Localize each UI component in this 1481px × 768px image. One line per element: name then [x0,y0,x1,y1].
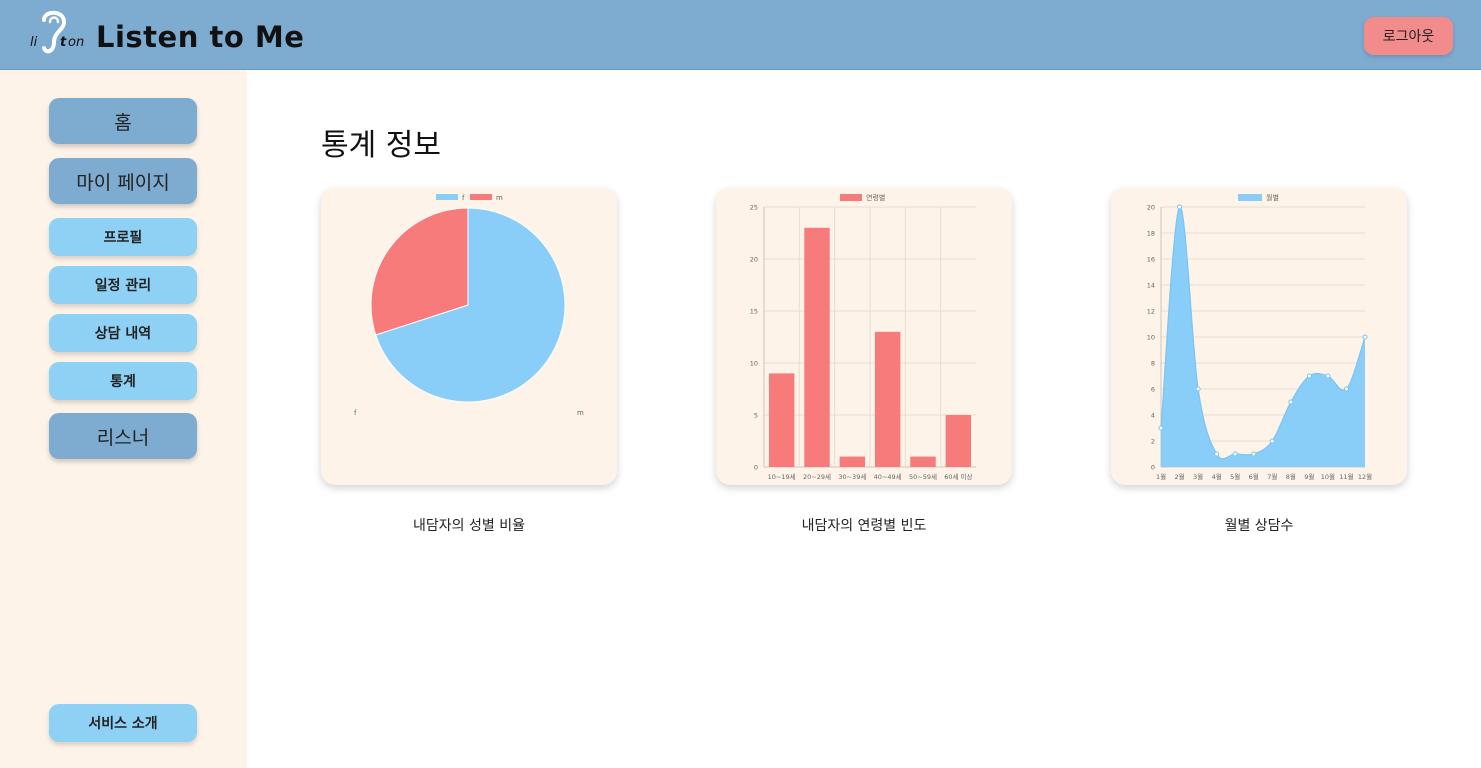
point-11월 [1343,386,1349,392]
legend-swatch-m [470,194,492,200]
bar-60세 이상 [945,415,972,467]
y-tick-label: 10 [1147,334,1155,342]
gender-chart-caption: 내담자의 성별 비율 [413,518,525,534]
monthly-chart-caption: 월별 상담수 [1224,518,1294,534]
y-tick-label: 20 [750,256,758,264]
y-tick-label: 25 [750,204,758,212]
y-tick-label: 10 [750,360,758,368]
y-tick-label: 6 [1151,386,1155,394]
gender-chart-card: f m f m [321,188,617,485]
bar-10~19세 [768,373,795,467]
age-bar-chart: 0 5 10 15 20 25 10~19세 20~29세 30~39세 40~49세 50~59세… [750,193,976,481]
point-2월 [1177,204,1183,210]
sidebar-item-statistics[interactable]: 통계 [49,362,197,400]
y-tick-label: 8 [1151,360,1155,368]
legend-swatch-연령별 [840,194,862,201]
x-tick-label: 30~39세 [838,472,866,481]
bar-20~29세 [804,227,830,467]
point-10월 [1325,373,1331,379]
app-title[interactable]: Listen to Me [96,20,304,54]
point-3월 [1195,386,1201,392]
point-6월 [1251,451,1257,457]
logout-button[interactable]: 로그아웃 [1364,17,1453,55]
legend-swatch-월별 [1238,194,1262,201]
service-intro-button[interactable]: 서비스 소개 [49,704,197,742]
point-4월 [1214,451,1220,457]
point-5월 [1232,451,1238,457]
legend-swatch-f [436,194,458,200]
sidebar-item-listener[interactable]: 리스너 [49,413,197,459]
legend-label-월별: 월별 [1266,193,1279,202]
x-tick-label: 1월 [1156,472,1166,481]
bar-50~59세 [910,456,936,467]
legend-label-m: m [496,194,503,202]
sidebar-item-counsel-history[interactable]: 상담 내역 [49,314,197,352]
point-8월 [1288,399,1294,405]
age-chart-card: 0 5 10 15 20 25 10~19세 20~29세 30~39세 40~49세 50~59세… [716,188,1012,485]
y-tick-label: 0 [754,464,758,472]
svg-text:t: t [60,35,67,50]
y-tick-label: 4 [1151,412,1155,420]
x-tick-label: 7월 [1267,472,1277,481]
svg-text:on: on [68,35,84,50]
sidebar: 홈 마이 페이지 프로필 일정 관리 상담 내역 통계 리스너 서비스 소개 [0,70,247,768]
gender-pie-chart: f m f m [354,194,584,417]
point-1월 [1158,425,1164,431]
x-tick-label: 8월 [1286,472,1296,481]
sidebar-item-my-page[interactable]: 마이 페이지 [49,158,197,204]
x-tick-label: 2월 [1174,472,1184,481]
pie-label-m: m [577,409,584,417]
legend-label-연령별: 연령별 [866,193,885,202]
x-tick-label: 11월 [1339,472,1353,481]
legend-label-f: f [462,194,465,202]
x-tick-label: 12월 [1358,472,1372,481]
y-tick-label: 2 [1151,438,1155,446]
y-tick-label: 14 [1147,282,1155,290]
y-tick-label: 15 [750,308,758,316]
pie-label-f: f [354,409,357,417]
y-tick-label: 5 [754,412,758,420]
x-tick-label: 4월 [1212,472,1222,481]
x-tick-label: 20~29세 [803,472,831,481]
sidebar-item-home[interactable]: 홈 [49,98,197,144]
x-tick-label: 50~59세 [909,472,937,481]
x-tick-label: 6월 [1249,472,1259,481]
monthly-area-chart: 0 2 4 6 8 10 12 14 16 18 20 1월 2월 3월 4월 5월 6월 7월 8월 9월 10월 11… [1147,193,1372,481]
point-12월 [1362,334,1368,340]
page-title: 통계 정보 [321,128,441,163]
monthly-chart-card: 0 2 4 6 8 10 12 14 16 18 20 1월 2월 3월 4월 5월 6월 7월 8월 9월 10월 11… [1111,188,1407,485]
sidebar-item-schedule[interactable]: 일정 관리 [49,266,197,304]
svg-text:li: li [30,35,38,50]
y-tick-label: 18 [1147,230,1155,238]
x-tick-label: 10월 [1321,472,1335,481]
y-tick-label: 0 [1151,464,1155,472]
x-tick-label: 40~49세 [874,472,902,481]
bar-30~39세 [839,456,866,467]
x-tick-label: 10~19세 [768,472,796,481]
ear-logo-icon[interactable]: li t on [30,8,88,64]
bar-40~49세 [874,331,901,467]
y-tick-label: 20 [1147,204,1155,212]
point-7월 [1269,438,1275,444]
app-header: li t on Listen to Me 로그아웃 [0,0,1481,70]
sidebar-item-profile[interactable]: 프로필 [49,218,197,256]
y-tick-label: 16 [1147,256,1155,264]
point-9월 [1306,373,1312,379]
x-tick-label: 60세 이상 [944,472,972,481]
x-tick-label: 9월 [1304,472,1314,481]
y-tick-label: 12 [1147,308,1155,316]
x-tick-label: 3월 [1193,472,1203,481]
x-tick-label: 5월 [1230,472,1240,481]
age-chart-caption: 내담자의 연령별 빈도 [801,518,927,534]
